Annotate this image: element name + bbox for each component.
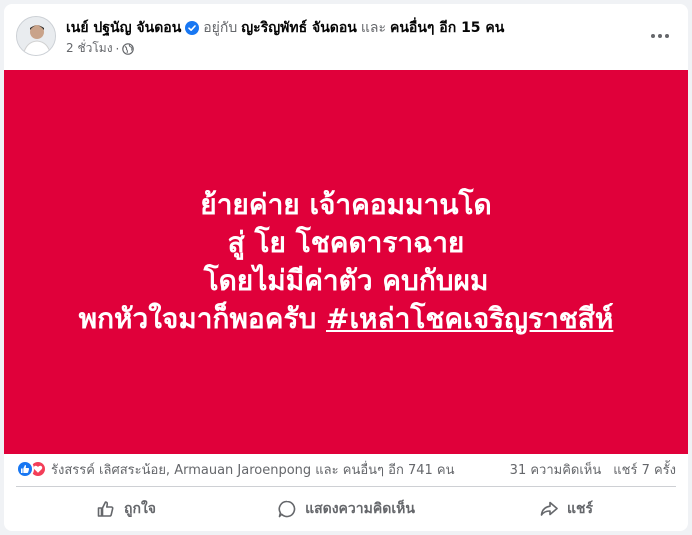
post-meta: 2 ชั่วโมง · [66, 39, 135, 58]
comment-button[interactable]: แสดงความคิดเห็น [236, 490, 456, 528]
like-icon [16, 460, 34, 478]
share-button[interactable]: แชร์ [456, 490, 676, 528]
comment-button-label: แสดงความคิดเห็น [305, 501, 415, 517]
like-button[interactable]: ถูกใจ [16, 490, 236, 528]
share-icon [540, 501, 558, 516]
reaction-stats: 31 ความคิดเห็น แชร์ 7 ครั้ง [510, 459, 676, 480]
meta-separator: · [115, 41, 120, 56]
shares-count[interactable]: แชร์ 7 ครั้ง [613, 459, 676, 480]
action-bar: ถูกใจ แสดงความคิดเห็น แชร์ [16, 490, 676, 528]
reactions-bar: รังสรรค์ เลิศสระน้อย, Armauan Jaroenpong… [4, 456, 688, 482]
comment-icon [278, 500, 296, 518]
and-text: และ [360, 20, 386, 36]
more-options-icon[interactable] [646, 22, 674, 50]
tagged-person[interactable]: ญะริญพัทธ์ จันดอน [241, 17, 357, 39]
thumbs-up-icon [97, 501, 114, 517]
verified-badge-icon [185, 21, 200, 35]
with-text: อยู่กับ [203, 20, 238, 36]
banner-line-4: พกหัวใจมาก็พอครับ #เหล่าโชคเจริญราชสีห์ [79, 300, 614, 338]
banner-line-2: สู่ โย โชคดาราฉาย [227, 226, 465, 259]
comments-count[interactable]: 31 ความคิดเห็น [510, 459, 602, 480]
hashtag-link[interactable]: #เหล่าโชคเจริญราชสีห์ [326, 302, 613, 335]
post-time[interactable]: 2 ชั่วโมง [66, 39, 113, 58]
post-image-banner[interactable]: ย้ายค่าย เจ้าคอมมานโด สู่ โย โชคดาราฉาย … [4, 70, 688, 454]
post-header: เนย์ ปฐนัญ จันดอน อยู่กับ ญะริญพัทธ์ จัน… [4, 4, 688, 68]
banner-line-4-text: พกหัวใจมาก็พอครับ [78, 302, 327, 335]
avatar[interactable] [16, 16, 56, 56]
reaction-names[interactable]: รังสรรค์ เลิศสระน้อย, Armauan Jaroenpong… [51, 459, 454, 480]
author-name[interactable]: เนย์ ปฐนัญ จันดอน [66, 17, 181, 39]
banner-line-1: ย้ายค่าย เจ้าคอมมานโด [200, 188, 492, 221]
author-line: เนย์ ปฐนัญ จันดอน อยู่กับ ญะริญพัทธ์ จัน… [66, 17, 504, 39]
banner-line-3: โดยไม่มีค่าตัว คบกับผม [203, 264, 489, 297]
tagged-others[interactable]: คนอื่นๆ อีก 15 คน [390, 17, 504, 39]
reaction-icons[interactable] [16, 460, 47, 478]
globe-icon[interactable] [122, 42, 135, 55]
share-button-label: แชร์ [566, 501, 594, 517]
divider [16, 486, 676, 487]
post-card: เนย์ ปฐนัญ จันดอน อยู่กับ ญะริญพัทธ์ จัน… [4, 4, 688, 531]
like-button-label: ถูกใจ [124, 501, 156, 517]
